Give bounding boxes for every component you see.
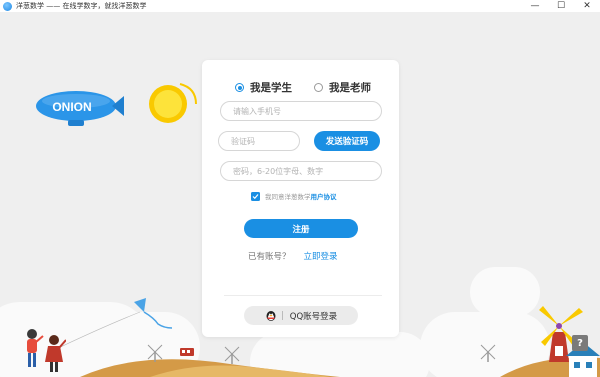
ground-hill — [80, 357, 600, 377]
close-icon[interactable]: ✕ — [574, 0, 600, 12]
role-teacher-label: 我是老师 — [329, 82, 371, 94]
windmill-small-right — [480, 344, 496, 362]
agreement-row: 我同意洋葱数学 用户协议 — [251, 191, 337, 201]
title-bar: 洋葱数学 —— 在线学数字，就找洋葱数学 — ☐ ✕ — [0, 0, 600, 12]
app-logo-icon — [3, 1, 12, 11]
agree-text: 我同意洋葱数学 — [265, 193, 311, 201]
role-student-option[interactable]: 我是学生 — [235, 80, 292, 95]
blimp-icon: ONION — [36, 91, 124, 126]
qq-login-label: QQ账号登录 — [289, 311, 338, 322]
register-card: 我是学生 我是老师 发送验证码 我同意洋葱数学 用户协议 注册 已有账号？ 立即… — [202, 60, 399, 337]
role-student-radio[interactable] — [235, 83, 244, 92]
send-code-button[interactable]: 发送验证码 — [314, 131, 380, 151]
bus-icon — [180, 348, 194, 356]
maximize-icon[interactable]: ☐ — [548, 0, 574, 12]
phone-input[interactable] — [220, 101, 382, 121]
login-row: 已有账号？ 立即登录 — [248, 250, 338, 262]
minimize-icon[interactable]: — — [522, 0, 548, 12]
window-controls: — ☐ ✕ — [522, 0, 600, 12]
qq-login-button[interactable]: QQ账号登录 — [244, 306, 358, 325]
have-account-text: 已有账号？ — [248, 252, 291, 262]
agree-checkbox[interactable] — [251, 191, 260, 201]
qq-penguin-icon — [266, 310, 276, 321]
cloud-right-2 — [470, 267, 540, 317]
windmill-small-left — [147, 344, 163, 362]
register-button[interactable]: 注册 — [244, 219, 358, 238]
role-teacher-option[interactable]: 我是老师 — [314, 80, 371, 95]
role-teacher-radio[interactable] — [314, 83, 323, 92]
password-input[interactable] — [220, 161, 382, 181]
divider — [224, 295, 382, 296]
login-link[interactable]: 立即登录 — [304, 250, 338, 262]
sun-icon — [149, 83, 197, 123]
blimp-text: ONION — [52, 100, 91, 114]
help-icon[interactable]: ? — [572, 335, 588, 351]
agreement-link[interactable]: 用户协议 — [311, 191, 337, 201]
role-student-label: 我是学生 — [250, 82, 292, 94]
window-title: 洋葱数学 —— 在线学数字，就找洋葱数学 — [16, 2, 147, 10]
windmill-small-mid — [224, 346, 240, 364]
checkmark-icon — [252, 193, 259, 199]
qq-separator — [281, 311, 283, 320]
role-selector: 我是学生 我是老师 — [235, 80, 393, 95]
verification-code-input[interactable] — [218, 131, 300, 151]
